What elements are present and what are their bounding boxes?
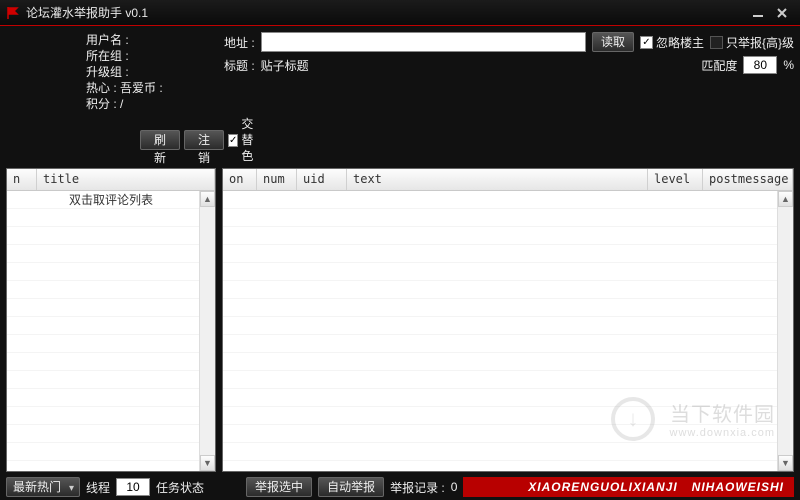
- scroll-down-icon[interactable]: ▼: [778, 455, 793, 471]
- right-col-level[interactable]: level: [648, 169, 703, 190]
- match-input[interactable]: [743, 56, 777, 74]
- right-col-uid[interactable]: uid: [297, 169, 347, 190]
- read-button[interactable]: 读取: [592, 32, 634, 52]
- banner-text-2: NIHAOWEISHI: [692, 480, 784, 494]
- hot-latest-dropdown[interactable]: 最新热门: [6, 477, 80, 497]
- skip-op-label: 忽略楼主: [656, 34, 704, 51]
- banner-strip: XIAORENGUOLIXIANJI NIHAOWEISHI: [463, 477, 794, 497]
- left-grid: n title 双击取评论列表 ▲ ▼: [6, 168, 216, 472]
- right-grid-header: on num uid text level postmessage: [223, 169, 793, 191]
- right-col-num[interactable]: num: [257, 169, 297, 190]
- left-grid-header: n title: [7, 169, 215, 191]
- threads-label: 线程: [86, 479, 110, 496]
- threads-input[interactable]: [116, 478, 150, 496]
- right-scrollbar[interactable]: ▲ ▼: [777, 191, 793, 471]
- title-bar: 论坛灌水举报助手 v0.1: [0, 0, 800, 26]
- left-col-n[interactable]: n: [7, 169, 37, 190]
- bottom-bar: 最新热门 线程 任务状态 举报选中 自动举报 举报记录 : 0 XIAORENGU…: [6, 476, 794, 500]
- upgrade-label: 升级组 :: [86, 65, 129, 79]
- left-grid-body[interactable]: 双击取评论列表 ▲ ▼: [7, 191, 215, 471]
- auto-report-button[interactable]: 自动举报: [318, 477, 384, 497]
- app-flag-icon: [6, 6, 20, 20]
- refresh-button[interactable]: 刷新: [140, 130, 180, 150]
- address-label: 地址 :: [224, 34, 255, 51]
- right-col-postmessage[interactable]: postmessage: [703, 169, 793, 190]
- title-value: 贴子标题: [261, 57, 309, 74]
- group-label: 所在组 :: [86, 49, 129, 63]
- score-label: 积分 : /: [86, 97, 123, 111]
- app-title: 论坛灌水举报助手 v0.1: [26, 4, 148, 21]
- address-input[interactable]: [261, 32, 586, 52]
- scroll-up-icon[interactable]: ▲: [778, 191, 793, 207]
- username-label: 用户名 :: [86, 33, 129, 47]
- report-selected-button[interactable]: 举报选中: [246, 477, 312, 497]
- left-grid-placeholder: 双击取评论列表: [7, 191, 215, 209]
- record-label: 举报记录 :: [390, 479, 445, 496]
- user-info-panel: 用户名 : 所在组 : 升级组 : 热心 : 吾爱币 : 积分 : / 刷新 注…: [6, 30, 216, 164]
- right-grid-body[interactable]: ▲ ▼ ↓ 当下软件园 www.downxia.com: [223, 191, 793, 471]
- right-col-text[interactable]: text: [347, 169, 648, 190]
- banner-text-1: XIAORENGUOLIXIANJI: [528, 480, 677, 494]
- logout-button[interactable]: 注销: [184, 130, 224, 150]
- hot-label: 热心 :: [86, 81, 117, 95]
- title-label: 标题 :: [224, 57, 255, 74]
- scroll-down-icon[interactable]: ▼: [200, 455, 215, 471]
- minimize-button[interactable]: [746, 4, 770, 22]
- match-label: 匹配度: [701, 57, 737, 74]
- coin-label: 吾爱币 :: [120, 81, 163, 95]
- only-high-checkbox[interactable]: 只举报{高}级: [710, 34, 794, 51]
- scroll-up-icon[interactable]: ▲: [200, 191, 215, 207]
- status-label: 任务状态: [156, 479, 204, 496]
- right-col-on[interactable]: on: [223, 169, 257, 190]
- record-value: 0: [451, 480, 458, 494]
- close-button[interactable]: [770, 4, 794, 22]
- match-pct: %: [783, 58, 794, 72]
- only-high-label: 只举报{高}级: [726, 34, 794, 51]
- skip-op-checkbox[interactable]: ✓忽略楼主: [640, 34, 704, 51]
- right-grid: on num uid text level postmessage ▲ ▼ ↓: [222, 168, 794, 472]
- left-col-title[interactable]: title: [37, 169, 215, 190]
- watermark: ↓ 当下软件园 www.downxia.com: [670, 398, 775, 439]
- left-scrollbar[interactable]: ▲ ▼: [199, 191, 215, 471]
- download-arrow-icon: ↓: [611, 397, 655, 441]
